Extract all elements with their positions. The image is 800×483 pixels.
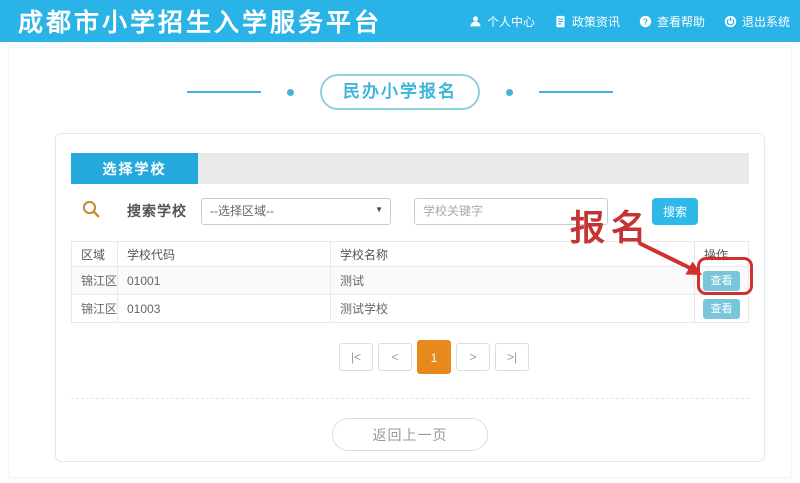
app-header: 成都市小学招生入学服务平台 个人中心 政策资讯 ? 查看帮助 退出系统	[0, 0, 800, 42]
svg-text:?: ?	[643, 17, 648, 26]
column-header-school-name: 学校名称	[331, 242, 695, 267]
cell-action: 查看	[695, 295, 749, 323]
nav-item-label: 查看帮助	[657, 13, 705, 30]
column-header-school-code: 学校代码	[118, 242, 331, 267]
column-header-region: 区域	[72, 242, 118, 267]
magnifier-icon	[81, 199, 101, 224]
cell-region: 锦江区	[72, 267, 118, 295]
section-banner: 民办小学报名	[0, 74, 800, 110]
pagination-page-1-button[interactable]: 1	[417, 340, 451, 374]
page-title: 成都市小学招生入学服务平台	[18, 3, 382, 39]
region-select-wrap: --选择区域-- ▼	[201, 198, 391, 225]
search-label: 搜索学校	[127, 201, 187, 221]
nav-item-label: 政策资讯	[572, 13, 620, 30]
search-row: 搜索学校 --选择区域-- ▼ 搜索	[71, 197, 749, 225]
search-button[interactable]: 搜索	[652, 198, 698, 225]
table-header-row: 区域 学校代码 学校名称 操作	[72, 242, 749, 267]
back-button[interactable]: 返回上一页	[332, 418, 488, 451]
cell-school-name: 测试学校	[331, 295, 695, 323]
section-title-pill: 民办小学报名	[320, 74, 480, 110]
nav-item-policy-news[interactable]: 政策资讯	[554, 13, 620, 30]
header-nav: 个人中心 政策资讯 ? 查看帮助 退出系统	[469, 13, 790, 30]
nav-item-personal-center[interactable]: 个人中心	[469, 13, 535, 30]
table-row: 锦江区 01001 测试 查看	[72, 267, 749, 295]
pagination-next-button[interactable]: >	[456, 343, 490, 371]
cell-region: 锦江区	[72, 295, 118, 323]
tab-select-school[interactable]: 选择学校	[71, 153, 198, 184]
banner-dot-left	[287, 89, 294, 96]
nav-item-label: 个人中心	[487, 13, 535, 30]
nav-item-label: 退出系统	[742, 13, 790, 30]
view-button[interactable]: 查看	[703, 271, 740, 291]
school-keyword-input[interactable]	[414, 198, 608, 225]
document-icon	[554, 15, 567, 28]
cell-school-name: 测试	[331, 267, 695, 295]
nav-item-logout[interactable]: 退出系统	[724, 13, 790, 30]
column-header-action: 操作	[695, 242, 749, 267]
help-icon: ?	[639, 15, 652, 28]
power-icon	[724, 15, 737, 28]
user-icon	[469, 15, 482, 28]
cell-school-code: 01003	[118, 295, 331, 323]
pagination-last-button[interactable]: >|	[495, 343, 529, 371]
pagination-prev-button[interactable]: <	[378, 343, 412, 371]
cell-action: 查看	[695, 267, 749, 295]
footer-divider	[71, 398, 749, 399]
table-row: 锦江区 01003 测试学校 查看	[72, 295, 749, 323]
tab-bar: 选择学校	[71, 153, 749, 184]
banner-line-left	[187, 91, 261, 93]
nav-item-view-help[interactable]: ? 查看帮助	[639, 13, 705, 30]
region-select[interactable]: --选择区域--	[201, 198, 391, 225]
banner-dot-right	[506, 89, 513, 96]
pagination-first-button[interactable]: |<	[339, 343, 373, 371]
pagination: |< < 1 > >|	[95, 343, 773, 374]
view-button[interactable]: 查看	[703, 299, 740, 319]
school-select-card: 选择学校 搜索学校 --选择区域-- ▼ 搜索 区域 学校代码 学校名称 操作	[55, 133, 765, 462]
banner-line-right	[539, 91, 613, 93]
school-table: 区域 学校代码 学校名称 操作 锦江区 01001 测试 查看 锦江区 0100…	[71, 241, 749, 323]
cell-school-code: 01001	[118, 267, 331, 295]
back-row: 返回上一页	[71, 418, 749, 451]
